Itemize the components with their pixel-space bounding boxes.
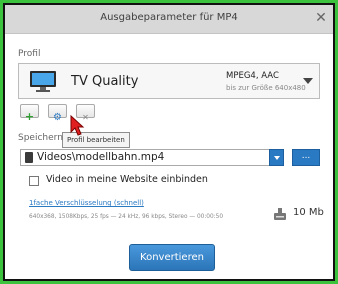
close-icon[interactable]: ✕	[314, 11, 328, 25]
output-path-field[interactable]: Videos\modellbahn.mp4	[20, 149, 270, 166]
profile-section-label: Profil	[18, 49, 41, 59]
browse-button[interactable]: ...	[292, 149, 320, 166]
embed-label: Video in meine Website einbinden	[46, 174, 208, 185]
output-path-text: Videos\modellbahn.mp4	[37, 151, 165, 163]
plus-icon: +	[24, 110, 35, 123]
gear-icon: ⚙	[53, 112, 62, 123]
tv-icon	[30, 71, 56, 92]
dialog-footer: Konvertieren	[5, 244, 333, 279]
dialog-content: Profil TV Quality MPEG4, AAC bis zur Grö…	[5, 34, 333, 244]
add-profile-button[interactable]: +	[20, 104, 39, 123]
window-title: Ausgabeparameter für MP4	[100, 12, 238, 23]
save-section-label: Speichern	[18, 133, 63, 143]
path-dropdown-button[interactable]	[269, 149, 284, 166]
embed-checkbox[interactable]	[29, 176, 39, 186]
chevron-down-icon[interactable]	[303, 78, 313, 84]
convert-button[interactable]: Konvertieren	[129, 244, 215, 271]
profile-format: MPEG4, AAC	[226, 71, 279, 81]
title-bar: Ausgabeparameter für MP4 ✕	[5, 5, 333, 34]
dialog-window: Ausgabeparameter für MP4 ✕ Profil TV Qua…	[3, 3, 335, 281]
file-icon	[25, 152, 33, 163]
output-size: 10 Mb	[293, 207, 324, 218]
edit-profile-button[interactable]: ⚙	[48, 104, 67, 123]
encoding-details: 640x368, 1508Kbps, 25 fps — 24 kHz, 96 k…	[29, 214, 224, 220]
profile-name: TV Quality	[71, 74, 139, 89]
profile-resolution: bis zur Größe 640x480	[226, 84, 306, 92]
encoding-mode-link[interactable]: 1fache Verschlüsselung (schnell)	[29, 199, 144, 207]
mouse-cursor-icon	[70, 115, 85, 136]
profile-dropdown[interactable]: TV Quality MPEG4, AAC bis zur Größe 640x…	[18, 63, 320, 99]
disk-size-icon	[274, 208, 286, 220]
